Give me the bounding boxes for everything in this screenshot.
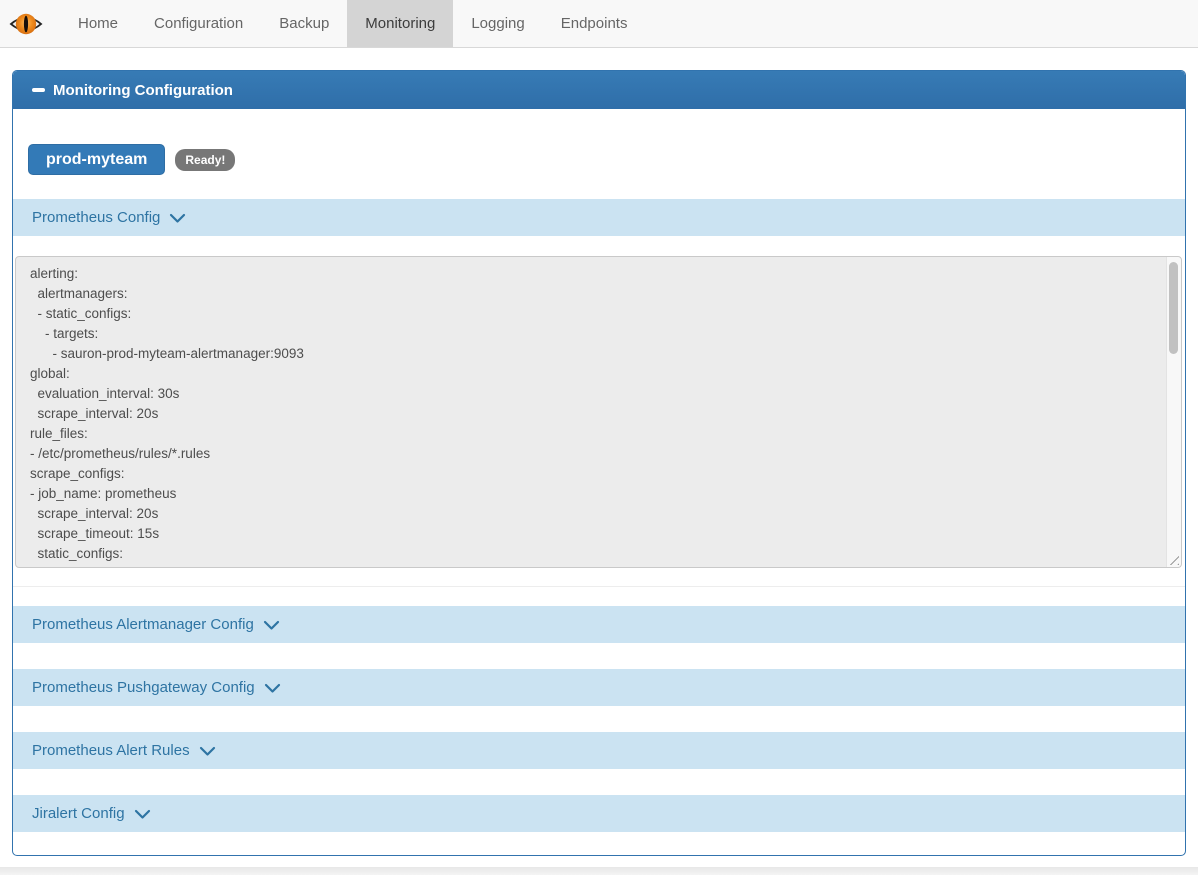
app-logo[interactable] bbox=[0, 0, 54, 47]
panel-title: Monitoring Configuration bbox=[53, 82, 233, 99]
panel-header[interactable]: Monitoring Configuration bbox=[13, 71, 1185, 109]
environment-row: prod-myteam Ready! bbox=[28, 144, 1185, 175]
section-prometheus-alert-rules[interactable]: Prometheus Alert Rules bbox=[13, 732, 1185, 769]
nav-item-endpoints[interactable]: Endpoints bbox=[543, 0, 646, 47]
environment-button[interactable]: prod-myteam bbox=[28, 144, 165, 175]
chevron-down-icon bbox=[169, 213, 186, 224]
chevron-down-icon bbox=[134, 809, 151, 820]
nav-item-logging[interactable]: Logging bbox=[453, 0, 542, 47]
nav-item-home[interactable]: Home bbox=[60, 0, 136, 47]
section-title: Prometheus Alertmanager Config bbox=[32, 616, 254, 633]
prometheus-config-textarea[interactable]: alerting: alertmanagers: - static_config… bbox=[15, 256, 1182, 568]
prometheus-config-yaml: alerting: alertmanagers: - static_config… bbox=[16, 257, 1181, 568]
prometheus-config-editor-wrap: alerting: alertmanagers: - static_config… bbox=[15, 256, 1182, 568]
nav-item-monitoring[interactable]: Monitoring bbox=[347, 0, 453, 47]
section-prometheus-alertmanager-config[interactable]: Prometheus Alertmanager Config bbox=[13, 606, 1185, 643]
editor-scrollbar-thumb[interactable] bbox=[1169, 262, 1178, 354]
nav-items: Home Configuration Backup Monitoring Log… bbox=[60, 0, 645, 47]
nav-item-backup[interactable]: Backup bbox=[261, 0, 347, 47]
monitoring-configuration-panel: Monitoring Configuration prod-myteam Rea… bbox=[12, 70, 1186, 856]
bottom-edge-strip bbox=[0, 867, 1198, 875]
section-jiralert-config[interactable]: Jiralert Config bbox=[13, 795, 1185, 832]
sauron-eye-icon bbox=[8, 9, 44, 39]
chevron-down-icon bbox=[264, 683, 281, 694]
section-prometheus-pushgateway-config[interactable]: Prometheus Pushgateway Config bbox=[13, 669, 1185, 706]
chevron-down-icon bbox=[263, 620, 280, 631]
collapse-minus-icon bbox=[32, 88, 45, 92]
status-badge: Ready! bbox=[175, 149, 235, 171]
nav-item-configuration[interactable]: Configuration bbox=[136, 0, 261, 47]
navbar: Home Configuration Backup Monitoring Log… bbox=[0, 0, 1198, 48]
editor-scrollbar[interactable] bbox=[1166, 257, 1181, 567]
page-content: Monitoring Configuration prod-myteam Rea… bbox=[0, 48, 1198, 856]
section-title: Prometheus Config bbox=[32, 209, 160, 226]
section-divider bbox=[13, 586, 1185, 587]
section-title: Prometheus Pushgateway Config bbox=[32, 679, 255, 696]
chevron-down-icon bbox=[199, 746, 216, 757]
section-prometheus-config[interactable]: Prometheus Config bbox=[13, 199, 1185, 236]
section-title: Prometheus Alert Rules bbox=[32, 742, 190, 759]
section-title: Jiralert Config bbox=[32, 805, 125, 822]
